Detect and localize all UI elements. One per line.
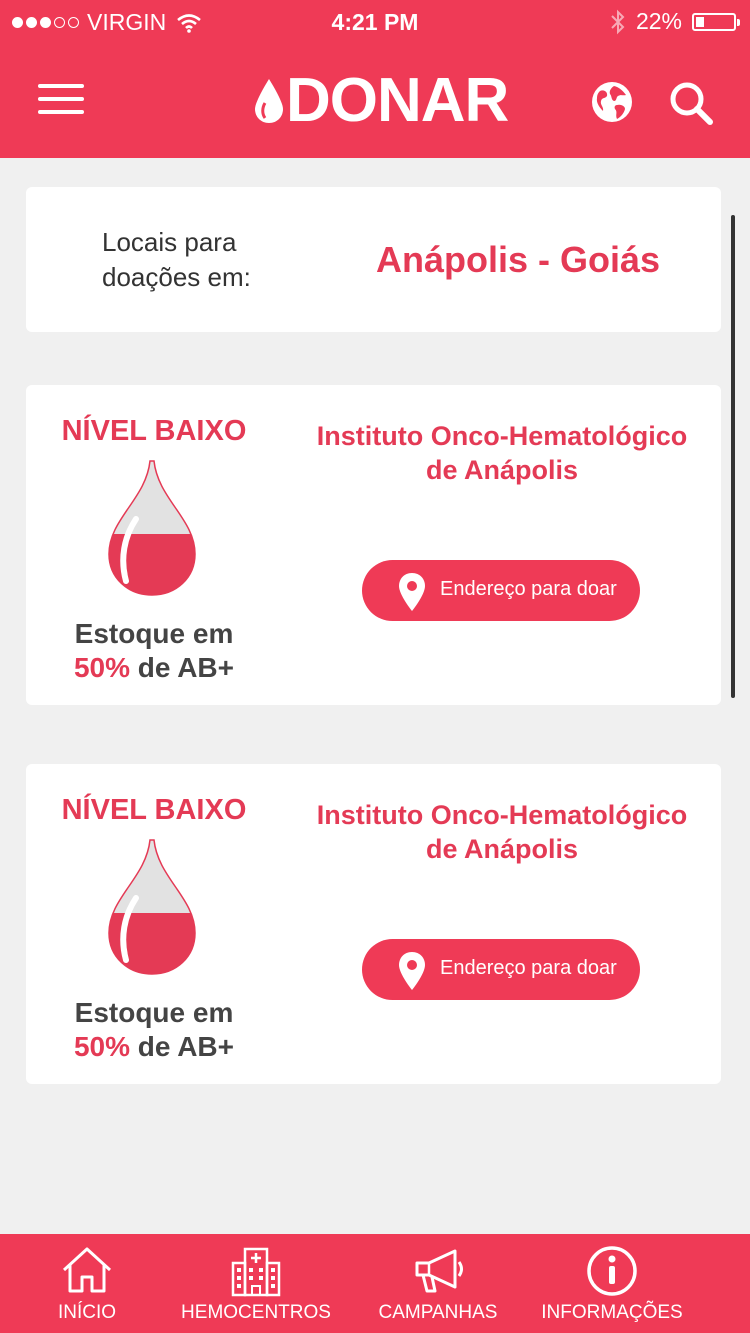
address-button-label: Endereço para doar xyxy=(440,957,617,979)
address-button[interactable]: Endereço para doar xyxy=(362,560,640,621)
map-pin-icon xyxy=(399,573,425,611)
blood-center-card: NÍVEL BAIXO Estoque em 50% de AB+ Instit… xyxy=(26,764,721,1084)
globe-icon xyxy=(592,82,632,122)
bluetooth-icon xyxy=(611,9,625,34)
tab-informacoes[interactable]: INFORMAÇÕES xyxy=(537,1234,687,1333)
stock-line1: Estoque em xyxy=(74,997,234,1028)
tab-label: INÍCIO xyxy=(57,1302,117,1323)
stock-blood-type: de AB+ xyxy=(130,1031,235,1062)
tab-inicio[interactable]: INÍCIO xyxy=(27,1234,147,1333)
hamburger-menu-button[interactable] xyxy=(38,84,84,120)
location-label: Locais para doações em: xyxy=(102,227,251,292)
stock-line1: Estoque em xyxy=(74,618,234,649)
stock-level-label: NÍVEL BAIXO xyxy=(61,794,247,826)
blood-center-name[interactable]: Instituto Onco-Hematológico de Anápolis xyxy=(302,798,702,866)
search-button[interactable] xyxy=(668,80,714,126)
location-city[interactable]: Anápolis - Goiás xyxy=(376,239,660,281)
map-pin-icon xyxy=(399,952,425,990)
stock-info: Estoque em 50% de AB+ xyxy=(26,996,282,1064)
address-button[interactable]: Endereço para doar xyxy=(362,939,640,1000)
battery-percent: 22% xyxy=(635,8,682,34)
blood-drop-level-icon xyxy=(108,839,196,975)
stock-level-label: NÍVEL BAIXO xyxy=(61,415,247,447)
blood-drop-logo-icon xyxy=(255,79,283,123)
tab-label: INFORMAÇÕES xyxy=(541,1302,683,1323)
scrollbar[interactable] xyxy=(731,215,735,698)
hospital-icon xyxy=(231,1247,281,1297)
blood-drop-level-icon xyxy=(108,460,196,596)
stock-percent: 50% xyxy=(73,1031,131,1062)
blood-center-card: NÍVEL BAIXO Estoque em 50% de AB+ Instit… xyxy=(26,385,721,705)
megaphone-icon xyxy=(415,1249,463,1293)
blood-center-name[interactable]: Instituto Onco-Hematológico de Anápolis xyxy=(302,419,702,487)
tab-campanhas[interactable]: CAMPANHAS xyxy=(368,1234,508,1333)
tab-hemocentros[interactable]: HEMOCENTROS xyxy=(176,1234,336,1333)
home-icon xyxy=(62,1247,112,1293)
stock-info: Estoque em 50% de AB+ xyxy=(26,617,282,685)
app-header: DONAR xyxy=(0,46,750,158)
stock-percent: 50% xyxy=(73,652,131,683)
search-icon xyxy=(670,82,713,125)
stock-blood-type: de AB+ xyxy=(130,652,235,683)
app-logo-text: DONAR xyxy=(286,66,509,135)
address-button-label: Endereço para doar xyxy=(440,578,617,600)
globe-button[interactable] xyxy=(590,80,634,124)
tab-label: HEMOCENTROS xyxy=(181,1302,331,1323)
app-logo: DONAR xyxy=(252,66,509,136)
tab-label: CAMPANHAS xyxy=(378,1302,498,1323)
location-card: Locais para doações em: Anápolis - Goiás xyxy=(26,187,721,332)
battery-icon xyxy=(692,12,740,31)
bottom-tab-bar: INÍCIO HEMOCENTROS CAMPANHAS INFORMAÇÕES xyxy=(0,1234,750,1333)
info-icon xyxy=(587,1246,637,1296)
status-bar: VIRGIN 4:21 PM 22% xyxy=(0,0,750,46)
